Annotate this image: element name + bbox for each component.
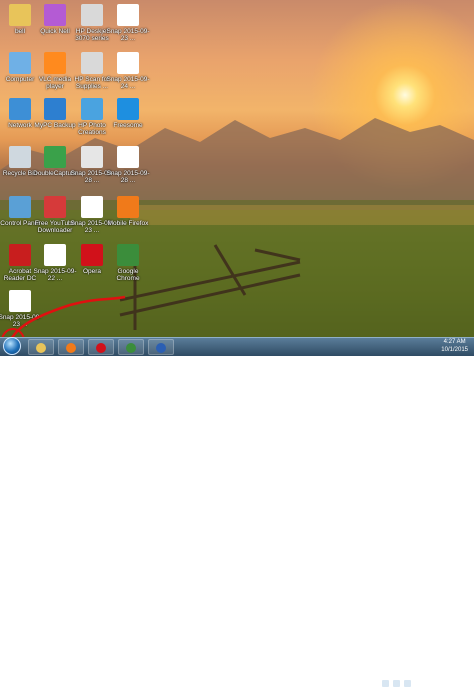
recycle-bin-icon <box>9 146 31 168</box>
network-icon[interactable] <box>393 680 400 687</box>
desktop-icon[interactable]: Snap 2015-09-28 ... <box>106 146 150 184</box>
taskbar-chrome-button[interactable] <box>118 339 144 355</box>
taskbar-word-button[interactable] <box>148 339 174 355</box>
clock-time: 4:27 AM <box>443 339 466 345</box>
desktop-icon-label: Snap 2015-09-28 ... <box>106 170 150 184</box>
desktop-icon[interactable]: Freesome <box>106 98 150 129</box>
taskbar-firefox-button[interactable] <box>58 339 84 355</box>
computer-icon <box>9 52 31 74</box>
desktop: bell Quick Nell HP Deskjet 3070 series Snap… <box>0 0 474 337</box>
chrome-icon <box>117 244 139 266</box>
image-file-icon <box>117 52 139 74</box>
firefox-icon <box>66 343 76 353</box>
image-file-icon <box>117 146 139 168</box>
image-file-icon <box>44 244 66 266</box>
desktop-icon[interactable]: Snap 2015-09-23 ... <box>0 290 42 328</box>
volume-icon[interactable] <box>404 680 411 687</box>
desktop-icon-label: Snap 2015-09-24 ... <box>106 76 150 90</box>
printer-icon <box>81 52 103 74</box>
acrobat-icon <box>9 244 31 266</box>
youtube-icon <box>44 196 66 218</box>
control-panel-icon <box>9 196 31 218</box>
vlc-icon <box>44 52 66 74</box>
desktop-icon-label: Freesome <box>113 122 143 129</box>
folder-icon <box>36 343 46 353</box>
image-file-icon <box>81 196 103 218</box>
printer-icon <box>81 4 103 26</box>
clock-date: 10/1/2015 <box>441 347 468 353</box>
wifi-icon <box>117 98 139 120</box>
desktop-icon[interactable]: Snap 2015-09-24 ... <box>106 52 150 90</box>
start-button[interactable] <box>3 337 21 355</box>
desktop-icon-label: Snap 2015-09-23 ... <box>0 314 42 328</box>
word-icon <box>156 343 166 353</box>
taskbar-explorer-button[interactable] <box>28 339 54 355</box>
desktop-icon-label: Mobile Firefox <box>107 220 149 227</box>
desktop-icon-label: Snap 2015-09-23 ... <box>106 28 150 42</box>
folder-icon <box>9 4 31 26</box>
video-file-icon <box>81 146 103 168</box>
opera-icon <box>81 244 103 266</box>
picture-icon <box>44 4 66 26</box>
network-icon <box>9 98 31 120</box>
taskbar-opera-button[interactable] <box>88 339 114 355</box>
capture-icon <box>44 146 66 168</box>
opera-icon <box>96 343 106 353</box>
image-file-icon <box>117 4 139 26</box>
photo-icon <box>81 98 103 120</box>
desktop-icon-label: Google Chrome <box>116 268 140 282</box>
backup-icon <box>44 98 66 120</box>
firefox-icon <box>117 196 139 218</box>
flag-icon[interactable] <box>382 680 389 687</box>
desktop-icon[interactable]: Snap 2015-09-23 ... <box>106 4 150 42</box>
desktop-icon[interactable]: Google Chrome <box>106 244 150 282</box>
taskbar <box>0 337 474 687</box>
image-file-icon <box>9 290 31 312</box>
chrome-icon <box>126 343 136 353</box>
desktop-icon[interactable]: Mobile Firefox <box>106 196 150 227</box>
system-clock[interactable]: 4:27 AM 10/1/2015 <box>441 338 468 354</box>
